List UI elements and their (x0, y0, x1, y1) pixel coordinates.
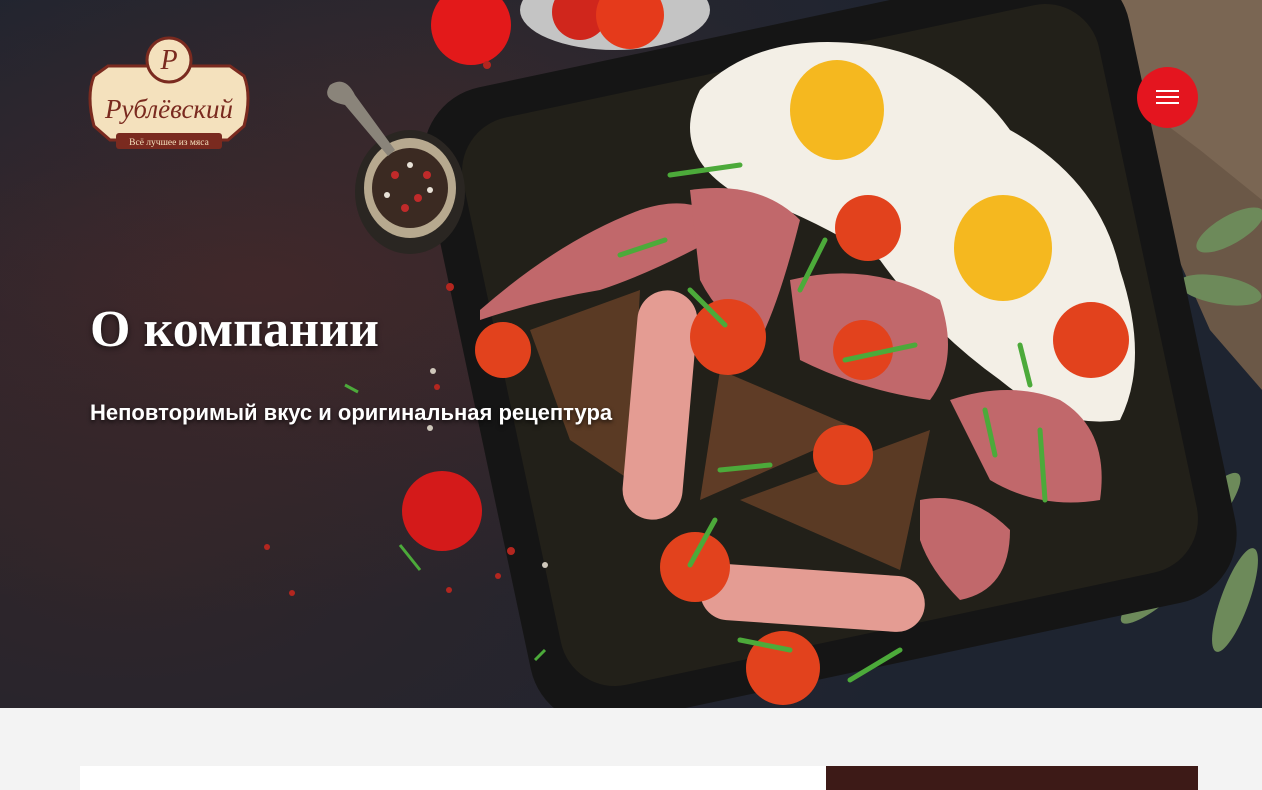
hero-banner: Р Рублёвский Всё лучшее из мяса О компан… (0, 0, 1262, 708)
hamburger-icon-bar (1156, 102, 1179, 104)
page-subtitle: Неповторимый вкус и оригинальная рецепту… (90, 400, 613, 425)
hamburger-icon-bar (1156, 96, 1179, 98)
logo-tagline: Всё лучшее из мяса (129, 138, 209, 148)
side-panel (826, 766, 1198, 790)
logo-brand-name: Рублёвский (104, 94, 234, 124)
menu-button[interactable] (1137, 67, 1198, 128)
hamburger-icon-bar (1156, 90, 1179, 92)
page-title: О компании (90, 301, 379, 358)
logo-monogram: Р (159, 45, 177, 76)
content-card (80, 766, 826, 790)
brand-logo[interactable]: Р Рублёвский Всё лучшее из мяса (80, 36, 258, 156)
